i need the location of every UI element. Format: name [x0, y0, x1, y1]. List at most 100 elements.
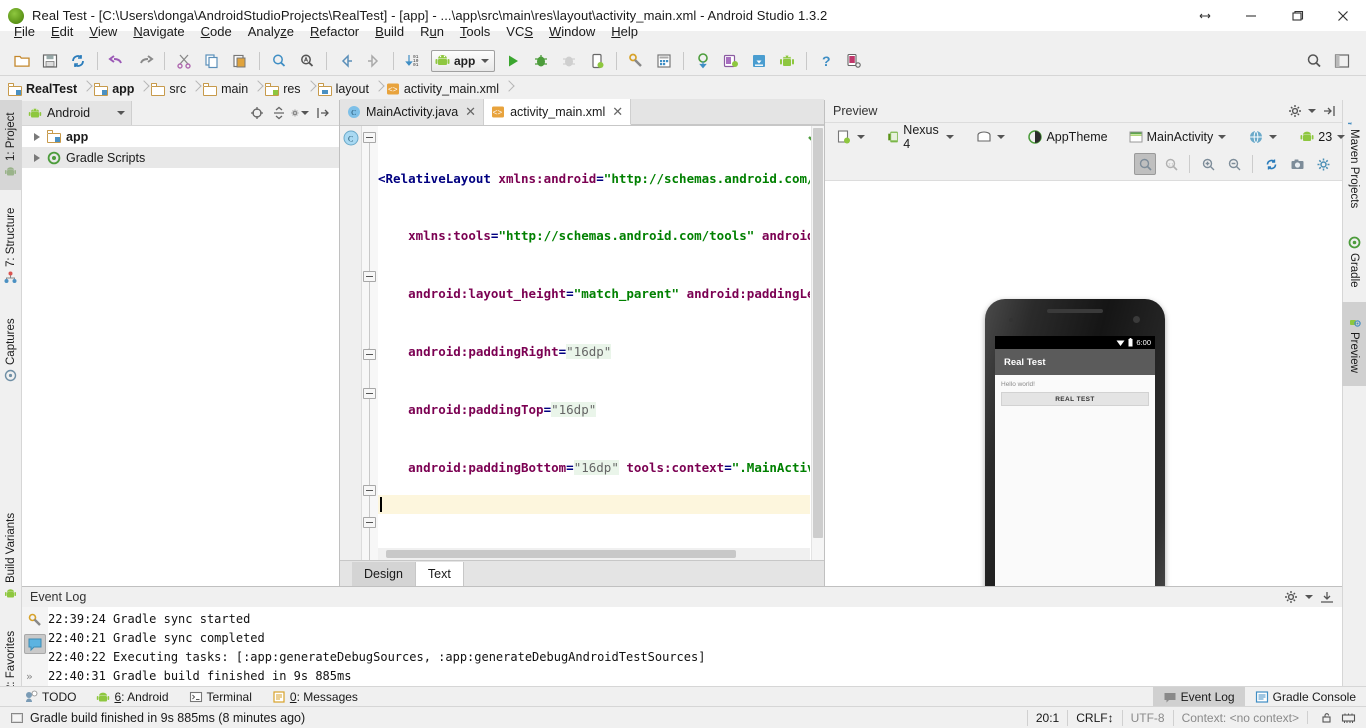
menu-analyze[interactable]: Analyze	[240, 22, 302, 41]
editor-tab-activity-main-xml[interactable]: <> activity_main.xml ✕	[484, 99, 631, 125]
sync-icon[interactable]	[65, 48, 91, 74]
memory-icon[interactable]	[1341, 711, 1356, 724]
instant-run-icon[interactable]	[584, 48, 610, 74]
fold-collapse-icon[interactable]	[363, 132, 376, 143]
menu-window[interactable]: Window	[541, 22, 603, 41]
help-icon[interactable]: ?	[813, 48, 839, 74]
attach-debugger-icon[interactable]	[556, 48, 582, 74]
menu-navigate[interactable]: Navigate	[125, 22, 192, 41]
refresh-icon[interactable]	[1260, 153, 1282, 175]
module-selector[interactable]: app	[431, 50, 495, 72]
debug-icon[interactable]	[528, 48, 554, 74]
status-message-group[interactable]: Gradle build finished in 9s 885ms (8 min…	[0, 711, 305, 725]
tool-tab-android[interactable]: 6: Android	[86, 687, 178, 707]
minimize-button[interactable]	[1228, 0, 1274, 32]
message-icon[interactable]	[24, 634, 46, 654]
device-preview[interactable]: 6:00 Real Test Hello world! REAL TEST	[985, 299, 1165, 586]
context-indicator[interactable]: Context: <no context>	[1173, 710, 1307, 726]
zoom-out-icon[interactable]	[1223, 153, 1245, 175]
activity-selector[interactable]: MainActivity	[1123, 125, 1234, 149]
gradle-sync-icon[interactable]	[24, 611, 46, 631]
search-everywhere-icon[interactable]	[1301, 48, 1327, 74]
copy-icon[interactable]	[199, 48, 225, 74]
screenshot-icon[interactable]	[1286, 153, 1308, 175]
sdk-download-icon[interactable]	[746, 48, 772, 74]
fold-collapse-icon[interactable]	[363, 388, 376, 399]
breadcrumb-item-layout[interactable]: layout	[318, 78, 371, 100]
tool-tab-event-log[interactable]: Event Log	[1153, 687, 1245, 707]
orientation-selector[interactable]	[971, 125, 1012, 149]
sidebar-item-gradle[interactable]: Gradle	[1342, 224, 1366, 300]
maximize-button[interactable]	[1274, 0, 1320, 32]
editor-vertical-scrollbar[interactable]	[811, 126, 824, 560]
breadcrumb-item-realtest[interactable]: RealTest	[8, 78, 79, 100]
menu-help[interactable]: Help	[603, 22, 646, 41]
breadcrumb-item-res[interactable]: res	[265, 78, 302, 100]
lock-icon[interactable]	[1320, 711, 1333, 724]
zoom-in-icon[interactable]	[1197, 153, 1219, 175]
hide-icon[interactable]	[1322, 104, 1336, 118]
tree-item-gradle-scripts[interactable]: Gradle Scripts	[22, 147, 339, 168]
breadcrumb-item-activity-main-xml[interactable]: <> activity_main.xml	[386, 78, 501, 100]
theme-selector[interactable]: AppTheme	[1022, 125, 1112, 149]
device-selector[interactable]: Nexus 4	[882, 125, 961, 149]
paste-icon[interactable]	[227, 48, 253, 74]
editor-horizontal-scrollbar[interactable]	[378, 548, 810, 560]
replace-icon[interactable]	[294, 48, 320, 74]
gear-icon[interactable]	[291, 103, 311, 123]
editor-tab-mainactivity-java[interactable]: C MainActivity.java ✕	[340, 99, 484, 125]
search-icon[interactable]	[266, 48, 292, 74]
menu-view[interactable]: View	[81, 22, 125, 41]
menu-tools[interactable]: Tools	[452, 22, 498, 41]
forward-icon[interactable]	[361, 48, 387, 74]
menu-edit[interactable]: Edit	[43, 22, 81, 41]
sidebar-item-maven-projects[interactable]: m Maven Projects	[1342, 100, 1366, 220]
menu-run[interactable]: Run	[412, 22, 452, 41]
sync-gradle-icon[interactable]	[690, 48, 716, 74]
breadcrumb-item-app[interactable]: app	[94, 78, 136, 100]
redo-icon[interactable]	[132, 48, 158, 74]
collapse-all-icon[interactable]	[269, 103, 289, 123]
chevron-right-icon[interactable]	[34, 154, 40, 162]
tool-tab-messages[interactable]: 0: Messages	[262, 687, 368, 707]
zoom-fit-icon[interactable]	[1134, 153, 1156, 175]
screen-record-icon[interactable]	[841, 48, 867, 74]
sidebar-item-preview[interactable]: Preview	[1342, 302, 1366, 386]
tab-design[interactable]: Design	[352, 562, 416, 586]
menu-vcs[interactable]: VCS	[498, 22, 541, 41]
menu-refactor[interactable]: Refactor	[302, 22, 367, 41]
tool-tab-gradle-console[interactable]: Gradle Console	[1245, 687, 1366, 707]
line-separator[interactable]: CRLF↕	[1067, 710, 1121, 726]
code-content[interactable]: <RelativeLayout xmlns:android="http://sc…	[378, 126, 810, 560]
preview-canvas[interactable]: 6:00 Real Test Hello world! REAL TEST	[825, 180, 1342, 586]
device-config-button[interactable]	[831, 125, 872, 149]
fold-collapse-icon[interactable]	[363, 485, 376, 496]
fold-collapse-icon[interactable]	[363, 349, 376, 360]
preview-button[interactable]: REAL TEST	[1001, 392, 1149, 406]
sidebar-item-captures[interactable]: Captures	[0, 302, 22, 398]
cut-icon[interactable]	[171, 48, 197, 74]
gear-icon[interactable]	[1284, 590, 1298, 604]
event-log-entries[interactable]: 22:39:24 Gradle sync started 22:40:21 Gr…	[48, 607, 1342, 687]
sidebar-item-structure[interactable]: 7: Structure	[0, 192, 22, 300]
caret-position[interactable]: 20:1	[1027, 710, 1067, 726]
sidebar-item-project[interactable]: 1: Project	[0, 100, 22, 190]
avd-manager-icon[interactable]	[718, 48, 744, 74]
hide-icon[interactable]	[1320, 590, 1334, 604]
tool-tab-todo[interactable]: TODO	[14, 687, 86, 707]
close-button[interactable]	[1320, 0, 1366, 32]
zoom-actual-icon[interactable]: 1:1	[1160, 153, 1182, 175]
tool-tab-terminal[interactable]: Terminal	[179, 687, 262, 707]
sdk-manager-icon[interactable]	[651, 48, 677, 74]
save-all-icon[interactable]	[37, 48, 63, 74]
compile-icon[interactable]: 011001	[400, 48, 426, 74]
restore-size-button[interactable]	[1182, 0, 1228, 32]
gear-icon[interactable]	[1288, 104, 1302, 118]
file-encoding[interactable]: UTF-8	[1122, 710, 1173, 726]
back-icon[interactable]	[333, 48, 359, 74]
close-icon[interactable]: ✕	[612, 104, 623, 120]
menu-file[interactable]: File	[6, 22, 43, 41]
breadcrumb-item-src[interactable]: src	[151, 78, 188, 100]
project-view-selector[interactable]: Android	[22, 101, 132, 125]
chevron-right-icon[interactable]	[34, 133, 40, 141]
